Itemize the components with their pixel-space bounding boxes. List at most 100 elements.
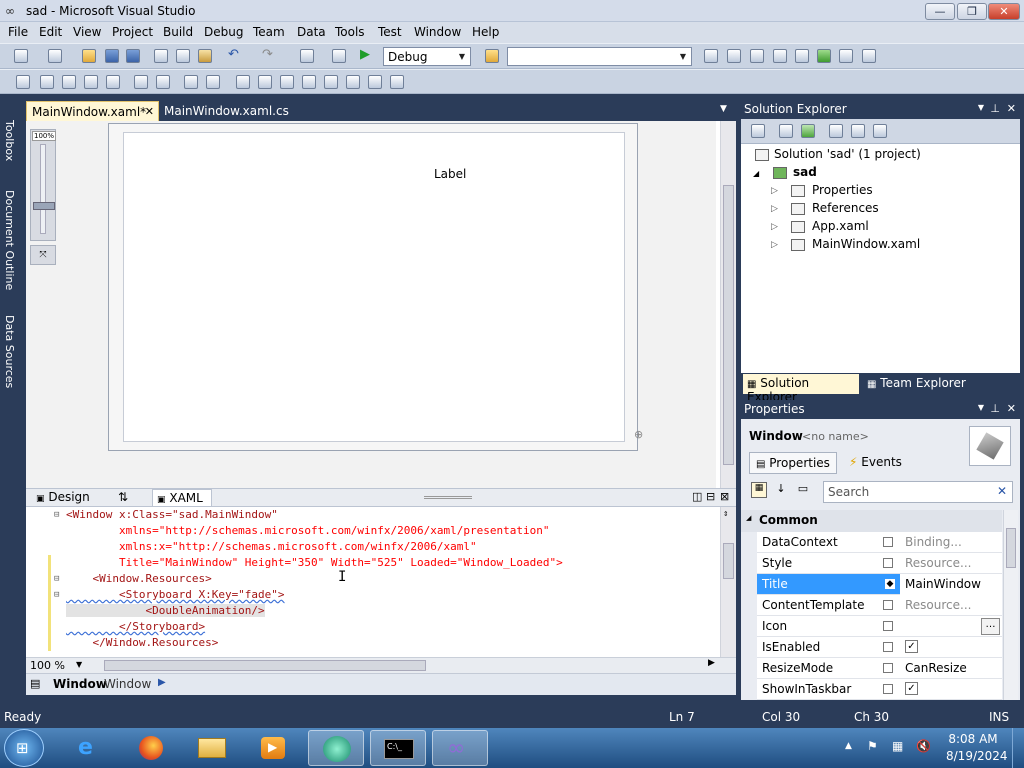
menu-tools[interactable]: Tools xyxy=(335,25,365,39)
find-combo[interactable]: ▼ xyxy=(507,47,692,66)
document-outline-tab[interactable]: Document Outline xyxy=(3,190,16,290)
properties-icon[interactable] xyxy=(751,124,765,138)
code-zoom-dropdown[interactable]: 100 % xyxy=(30,659,65,672)
vertical-split-icon[interactable]: ◫ xyxy=(692,490,702,503)
menu-edit[interactable]: Edit xyxy=(39,25,62,39)
menu-window[interactable]: Window xyxy=(414,25,461,39)
code-line[interactable]: xmlns="http://schemas.microsoft.com/winf… xyxy=(66,523,549,539)
paste-icon[interactable] xyxy=(198,49,212,63)
code-line-current[interactable]: <DoubleAnimation/> xyxy=(66,603,265,619)
save-icon[interactable] xyxy=(105,49,119,63)
align-rights-icon[interactable] xyxy=(62,75,76,89)
checkbox[interactable]: ✓ xyxy=(905,640,918,653)
properties-scrollbar[interactable] xyxy=(1003,510,1018,700)
undo-icon[interactable]: ↶ xyxy=(228,47,242,62)
solution-explorer-icon[interactable] xyxy=(704,49,718,63)
expanded-arrow-icon[interactable]: ◢ xyxy=(753,169,759,178)
tab-mainwindow-xaml[interactable]: MainWindow.xaml* ✕ xyxy=(26,101,159,122)
taskbar-command-prompt[interactable]: C:\_ xyxy=(370,730,426,766)
command-window-icon[interactable] xyxy=(839,49,853,63)
split-editor-icon[interactable]: ⇕ xyxy=(723,509,728,519)
align-lefts-icon[interactable] xyxy=(16,75,30,89)
taskbar-visual-studio[interactable]: ∞ xyxy=(432,730,488,766)
action-center-flag-icon[interactable]: ⚑ xyxy=(867,739,878,753)
taskbar-firefox[interactable] xyxy=(123,730,179,766)
toggle-bookmark-icon[interactable] xyxy=(236,75,250,89)
scrollbar-thumb[interactable] xyxy=(1006,528,1016,568)
open-file-icon[interactable] xyxy=(82,49,96,63)
tab-team-explorer[interactable]: ▦ Team Explorer xyxy=(863,374,973,394)
close-icon[interactable]: ✕ xyxy=(1007,102,1016,115)
scroll-right-icon[interactable]: ▶ xyxy=(708,658,715,668)
property-marker-icon[interactable] xyxy=(883,663,893,673)
start-button[interactable]: ⊞ xyxy=(4,729,44,767)
tab-mainwindow-xaml-cs[interactable]: MainWindow.xaml.cs xyxy=(159,101,319,122)
property-marker-icon[interactable] xyxy=(883,537,893,547)
properties-search-input[interactable]: Search ✕ xyxy=(823,481,1013,503)
next-bookmark-icon[interactable] xyxy=(258,75,272,89)
menu-project[interactable]: Project xyxy=(112,25,153,39)
xaml-code-editor[interactable]: ⊟ ⊟ ⊟ <Window x:Class="sad.MainWindow" x… xyxy=(26,507,736,657)
menu-test[interactable]: Test xyxy=(378,25,402,39)
breadcrumb-type[interactable]: Window xyxy=(104,677,151,691)
chevron-down-icon[interactable]: ▼ xyxy=(978,403,984,412)
code-line[interactable]: <Window x:Class="sad.MainWindow" xyxy=(66,507,278,523)
property-value[interactable]: Binding... xyxy=(905,535,962,549)
zoom-slider-track[interactable] xyxy=(40,144,46,234)
property-row-title[interactable]: Title ◆ MainWindow xyxy=(757,574,1002,595)
xaml-pane-tab[interactable]: ▣ XAML xyxy=(152,489,212,507)
clock-time[interactable]: 8:08 AM xyxy=(946,732,1000,746)
project-node[interactable]: sad xyxy=(793,165,817,179)
breadcrumb-element[interactable]: Window xyxy=(53,677,107,691)
close-icon[interactable]: ✕ xyxy=(1007,402,1016,415)
pin-icon[interactable]: ⊥ xyxy=(990,102,1000,115)
property-row-resizemode[interactable]: ResizeMode CanResize xyxy=(757,658,1002,679)
tab-events[interactable]: ⚡ Events xyxy=(845,452,915,474)
previous-in-document-icon[interactable] xyxy=(368,75,382,89)
menu-help[interactable]: Help xyxy=(472,25,499,39)
fit-to-screen-icon[interactable]: ⤧ xyxy=(30,245,56,265)
menu-view[interactable]: View xyxy=(73,25,101,39)
decrease-indent-icon[interactable] xyxy=(106,75,120,89)
new-project-icon[interactable] xyxy=(14,49,28,63)
property-value[interactable]: MainWindow xyxy=(905,577,981,591)
property-value[interactable]: Resource... xyxy=(905,598,971,612)
format-icon[interactable] xyxy=(184,75,198,89)
close-tab-icon[interactable]: ✕ xyxy=(145,105,154,118)
object-name[interactable]: <no name> xyxy=(802,430,869,443)
property-row-style[interactable]: Style Resource... xyxy=(757,553,1002,574)
collapsed-arrow-icon[interactable]: ▷ xyxy=(771,240,778,250)
class-diagram-icon[interactable] xyxy=(873,124,887,138)
chevron-down-icon[interactable]: ▼ xyxy=(978,103,984,112)
uncomment-icon[interactable] xyxy=(156,75,170,89)
property-marker-icon[interactable]: ◆ xyxy=(885,579,895,589)
restore-button[interactable]: ❐ xyxy=(957,3,987,20)
menu-file[interactable]: File xyxy=(8,25,28,39)
options-icon[interactable] xyxy=(862,49,876,63)
window-preview[interactable]: Label xyxy=(108,123,638,451)
previous-in-folder-icon[interactable] xyxy=(324,75,338,89)
word-wrap-icon[interactable] xyxy=(206,75,220,89)
scrollbar-thumb[interactable] xyxy=(723,543,734,579)
outline-collapse-icon[interactable]: ⊟ xyxy=(54,574,59,584)
label-control[interactable]: Label xyxy=(434,167,466,181)
property-value[interactable]: Resource... xyxy=(905,556,971,570)
save-all-icon[interactable] xyxy=(126,49,140,63)
data-sources-tab[interactable]: Data Sources xyxy=(3,315,16,388)
horizontal-split-icon[interactable]: ⊟ xyxy=(706,490,715,503)
align-centers-icon[interactable] xyxy=(40,75,54,89)
code-line[interactable]: <Window.Resources> xyxy=(66,571,211,587)
toolbox-icon[interactable] xyxy=(773,49,787,63)
resize-handle-icon[interactable]: ⊕ xyxy=(634,428,643,441)
property-marker-icon[interactable] xyxy=(883,621,893,631)
outline-collapse-icon[interactable]: ⊟ xyxy=(54,590,59,600)
view-designer-icon[interactable] xyxy=(851,124,865,138)
next-in-document-icon[interactable] xyxy=(390,75,404,89)
object-browser-icon[interactable] xyxy=(750,49,764,63)
categorize-icon[interactable]: ▦ xyxy=(751,482,767,498)
code-line[interactable]: </Storyboard> xyxy=(66,619,205,635)
next-in-folder-icon[interactable] xyxy=(346,75,360,89)
checkbox[interactable]: ✓ xyxy=(905,682,918,695)
abc-icon[interactable] xyxy=(84,75,98,89)
outline-collapse-icon[interactable]: ⊟ xyxy=(54,510,59,520)
